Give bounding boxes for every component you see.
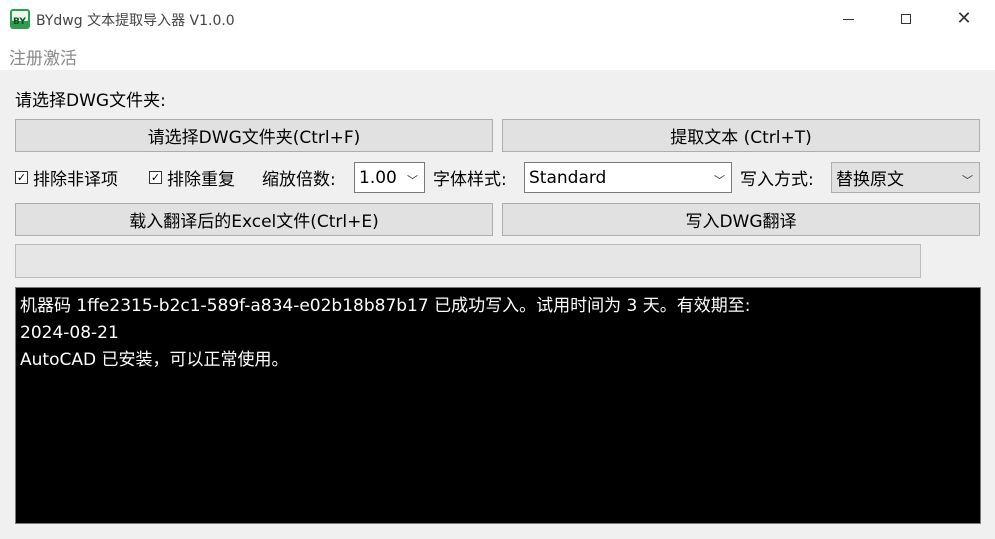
log-line: 机器码 1ffe2315-b2c1-589f-a834-e02b18b87b17… [20, 296, 751, 316]
maximize-icon [901, 14, 911, 24]
extract-text-button[interactable]: 提取文本 (Ctrl+T) [502, 119, 980, 152]
progress-bar [15, 244, 921, 278]
write-mode-select[interactable]: 替换原文 ﹀ [831, 162, 980, 193]
font-style-select[interactable]: Standard ﹀ [524, 162, 732, 193]
chevron-down-icon: ﹀ [714, 174, 725, 187]
scale-value: 1.00 [359, 167, 397, 188]
minimize-button[interactable] [819, 0, 877, 38]
minimize-icon [842, 18, 854, 20]
select-folder-button[interactable]: 请选择DWG文件夹(Ctrl+F) [15, 119, 493, 152]
chevron-down-icon: ﹀ [962, 174, 973, 187]
title-bar: BY BYdwg 文本提取导入器 V1.0.0 ✕ [0, 0, 995, 38]
maximize-button[interactable] [877, 0, 935, 38]
load-excel-button[interactable]: 载入翻译后的Excel文件(Ctrl+E) [15, 203, 493, 236]
close-button[interactable]: ✕ [935, 0, 993, 38]
log-line: 2024-08-21 [20, 323, 119, 343]
exclude-non-translation-checkbox[interactable]: ✓ 排除非译项 [15, 165, 118, 190]
chevron-down-icon: ﹀ [407, 174, 418, 187]
app-icon: BY [10, 9, 30, 29]
font-style-label: 字体样式: [433, 170, 507, 190]
write-mode-value: 替换原文 [836, 170, 904, 190]
font-style-value: Standard [529, 167, 607, 188]
write-mode-label: 写入方式: [740, 170, 814, 190]
write-dwg-button[interactable]: 写入DWG翻译 [502, 203, 980, 236]
scale-label: 缩放倍数: [262, 170, 336, 190]
checkbox-checked-icon: ✓ [15, 171, 28, 184]
scale-select[interactable]: 1.00 ﹀ [354, 162, 425, 193]
window-title: BYdwg 文本提取导入器 V1.0.0 [36, 13, 235, 29]
exclude-duplicates-label: 排除重复 [167, 170, 235, 190]
menu-bar: 注册激活 [0, 38, 995, 70]
log-console[interactable]: 机器码 1ffe2315-b2c1-589f-a834-e02b18b87b17… [15, 287, 981, 524]
log-line: AutoCAD 已安装，可以正常使用。 [20, 350, 289, 370]
select-folder-label: 请选择DWG文件夹: [15, 91, 166, 111]
exclude-duplicates-checkbox[interactable]: ✓ 排除重复 [149, 165, 235, 190]
app-icon-text: BY [13, 17, 26, 27]
exclude-non-translation-label: 排除非译项 [33, 170, 118, 190]
checkbox-checked-icon: ✓ [149, 171, 162, 184]
close-icon: ✕ [956, 8, 972, 29]
menu-item-register[interactable]: 注册激活 [9, 44, 77, 69]
